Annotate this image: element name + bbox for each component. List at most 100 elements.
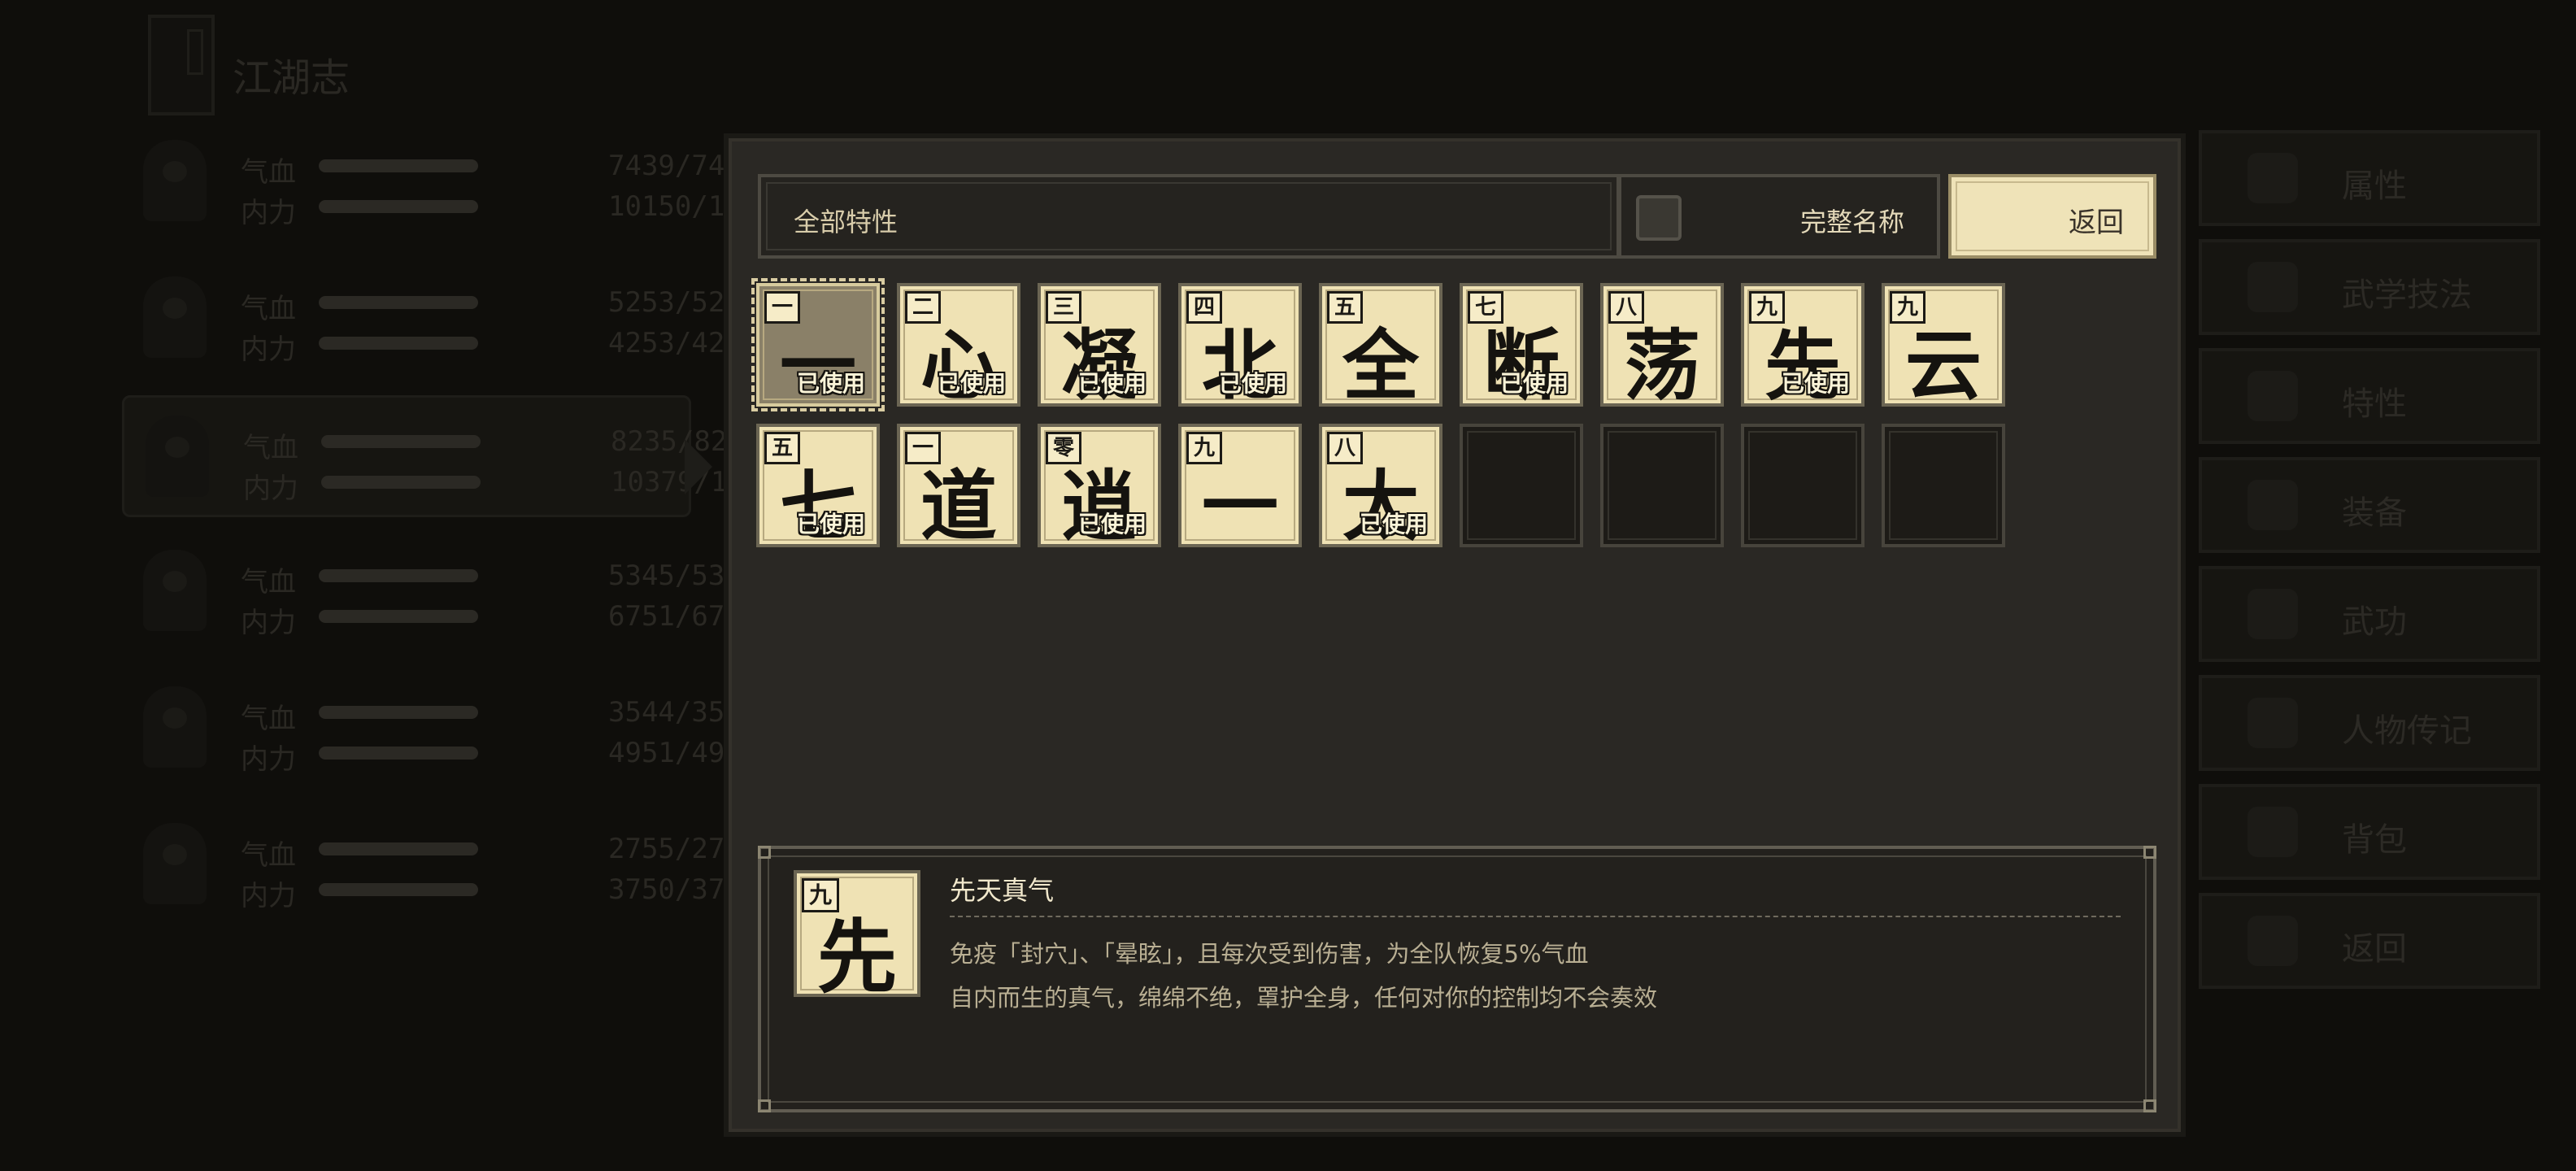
trait-glyph: 一: [779, 321, 856, 411]
used-badge: 已使用: [1499, 370, 1569, 397]
hp-label: 气血: [243, 432, 298, 464]
trait-card[interactable]: 五全: [1316, 281, 1445, 411]
trait-name: 先天真气: [950, 875, 1055, 906]
menu-item-label: 属性: [2342, 168, 2407, 205]
menu-item[interactable]: 背包: [2199, 784, 2540, 880]
trait-card[interactable]: 九云: [1879, 281, 2008, 411]
mp-line: 内力 3750/3750: [241, 873, 758, 912]
menu-item[interactable]: 属性: [2199, 130, 2540, 226]
trait-card[interactable]: 九先已使用: [1738, 281, 1867, 411]
trait-flavor-text: 自内而生的真气，绵绵不绝，罩护全身，任何对你的控制均不会奏效: [950, 984, 1658, 1012]
party-member-row[interactable]: 气血 2755/2755 内力 3750/3750: [122, 805, 758, 927]
party-member-row[interactable]: 气血 3544/3544 内力 4951/4951: [122, 668, 758, 790]
avatar: [143, 550, 207, 631]
traits-modal: 全部特性 完整名称 返回 一一已使用二心已使用三凝已使用四北已使用五全七断已使用…: [724, 133, 2186, 1137]
menu-item-label: 人物传记: [2342, 712, 2472, 750]
trait-card[interactable]: 一道: [894, 421, 1023, 551]
party-member-row[interactable]: 气血 5345/5345 内力 6751/6751: [122, 532, 758, 654]
page-title: 江湖志: [233, 55, 350, 101]
mp-line: 内力 10150/10150: [241, 190, 791, 229]
hp-line: 气血 7439/7439: [241, 150, 758, 189]
trait-card[interactable]: 三凝已使用: [1035, 281, 1164, 411]
menu-item[interactable]: 装备: [2199, 457, 2540, 553]
detail-trait-card: 九 先: [794, 870, 920, 1004]
fullname-label: 完整名称: [1799, 207, 1904, 237]
corner-ornament: [758, 846, 771, 859]
corner-ornament: [2143, 846, 2156, 859]
mp-label: 内力: [241, 607, 296, 639]
trait-card[interactable]: 一一已使用: [751, 278, 885, 411]
mp-label: 内力: [241, 197, 296, 229]
trait-card[interactable]: 八太已使用: [1316, 421, 1445, 551]
menu-item-label: 返回: [2342, 930, 2407, 968]
menu-item[interactable]: 人物传记: [2199, 675, 2540, 771]
menu-item[interactable]: 返回: [2199, 893, 2540, 989]
trait-filter-dropdown[interactable]: 全部特性: [758, 174, 1620, 259]
detail-trait-glyph: 先: [816, 911, 897, 1004]
scroll-icon: [2247, 589, 2298, 639]
corner-ornament: [758, 1099, 771, 1112]
avatar: [146, 416, 209, 497]
divider: [950, 916, 2121, 917]
used-badge: 已使用: [937, 370, 1006, 397]
trait-card[interactable]: 九一: [1176, 421, 1304, 551]
party-member-row[interactable]: 气血 7439/7439 内力 10150/10150: [122, 122, 791, 244]
hp-line: 气血 5345/5345: [241, 559, 758, 599]
trait-grade: 一: [764, 291, 800, 324]
empty-trait-slot: [1460, 424, 1583, 547]
mp-line: 内力 6751/6751: [241, 600, 758, 639]
hp-label: 气血: [241, 293, 296, 325]
sword-icon: [2247, 480, 2298, 530]
book-icon: [2247, 698, 2298, 748]
menu-item-label: 背包: [2342, 821, 2407, 859]
hp-label: 气血: [241, 703, 296, 735]
menu-item-label: 装备: [2342, 494, 2407, 532]
mp-line: 内力 4951/4951: [241, 737, 758, 776]
avatar: [143, 686, 207, 768]
trait-effect: 免疫「封穴」、「晕眩」，且每次受到伤害，为全队恢复5%气血: [950, 940, 1589, 968]
party-member-row[interactable]: 气血 8235/8235 内力 10379/10379: [122, 395, 794, 517]
mp-bar: [319, 337, 478, 350]
mp-label: 内力: [241, 743, 296, 776]
mp-label: 内力: [241, 333, 296, 366]
back-button[interactable]: 返回: [1948, 174, 2156, 259]
menu-item[interactable]: 武功: [2199, 566, 2540, 662]
hp-line: 气血 2755/2755: [241, 833, 758, 872]
empty-trait-slot: [1882, 424, 2005, 547]
avatar: [143, 276, 207, 358]
fullname-toggle[interactable]: 完整名称: [1618, 174, 1940, 259]
menu-item-label: 武学技法: [2342, 276, 2472, 314]
trait-card[interactable]: 五七已使用: [754, 421, 882, 551]
fullname-checkbox[interactable]: [1636, 195, 1682, 241]
trait-card[interactable]: 八荡: [1598, 281, 1726, 411]
trait-glyph: 全: [1342, 321, 1419, 411]
used-badge: 已使用: [1218, 370, 1287, 397]
trait-glyph: 道: [920, 462, 997, 551]
used-badge: 已使用: [796, 511, 865, 538]
menu-item-label: 武功: [2342, 603, 2407, 641]
selection-arrow-icon: [685, 439, 712, 494]
trait-glyph: 一: [1201, 462, 1278, 551]
avatar: [143, 823, 207, 904]
menu-item[interactable]: 武学技法: [2199, 239, 2540, 335]
trait-card[interactable]: 零逍已使用: [1035, 421, 1164, 551]
used-badge: 已使用: [1077, 511, 1147, 538]
trait-glyph: 云: [1904, 321, 1982, 411]
mp-bar: [319, 883, 478, 896]
mp-line: 内力 10379/10379: [243, 466, 794, 505]
trait-card[interactable]: 四北已使用: [1176, 281, 1304, 411]
hp-line: 气血 8235/8235: [243, 425, 760, 464]
trait-card[interactable]: 二心已使用: [894, 281, 1023, 411]
hp-label: 气血: [241, 839, 296, 872]
hp-bar: [319, 569, 478, 582]
menu-item[interactable]: 特性: [2199, 348, 2540, 444]
corner-ornament: [2143, 1099, 2156, 1112]
party-member-row[interactable]: 气血 5253/5253 内力 4253/4253: [122, 259, 758, 381]
mp-bar: [319, 610, 478, 623]
mp-label: 内力: [241, 880, 296, 912]
trait-glyph: 荡: [1623, 321, 1700, 411]
trait-card[interactable]: 七断已使用: [1457, 281, 1586, 411]
hp-bar: [319, 842, 478, 855]
empty-trait-slot: [1600, 424, 1724, 547]
mp-label: 内力: [243, 472, 298, 505]
